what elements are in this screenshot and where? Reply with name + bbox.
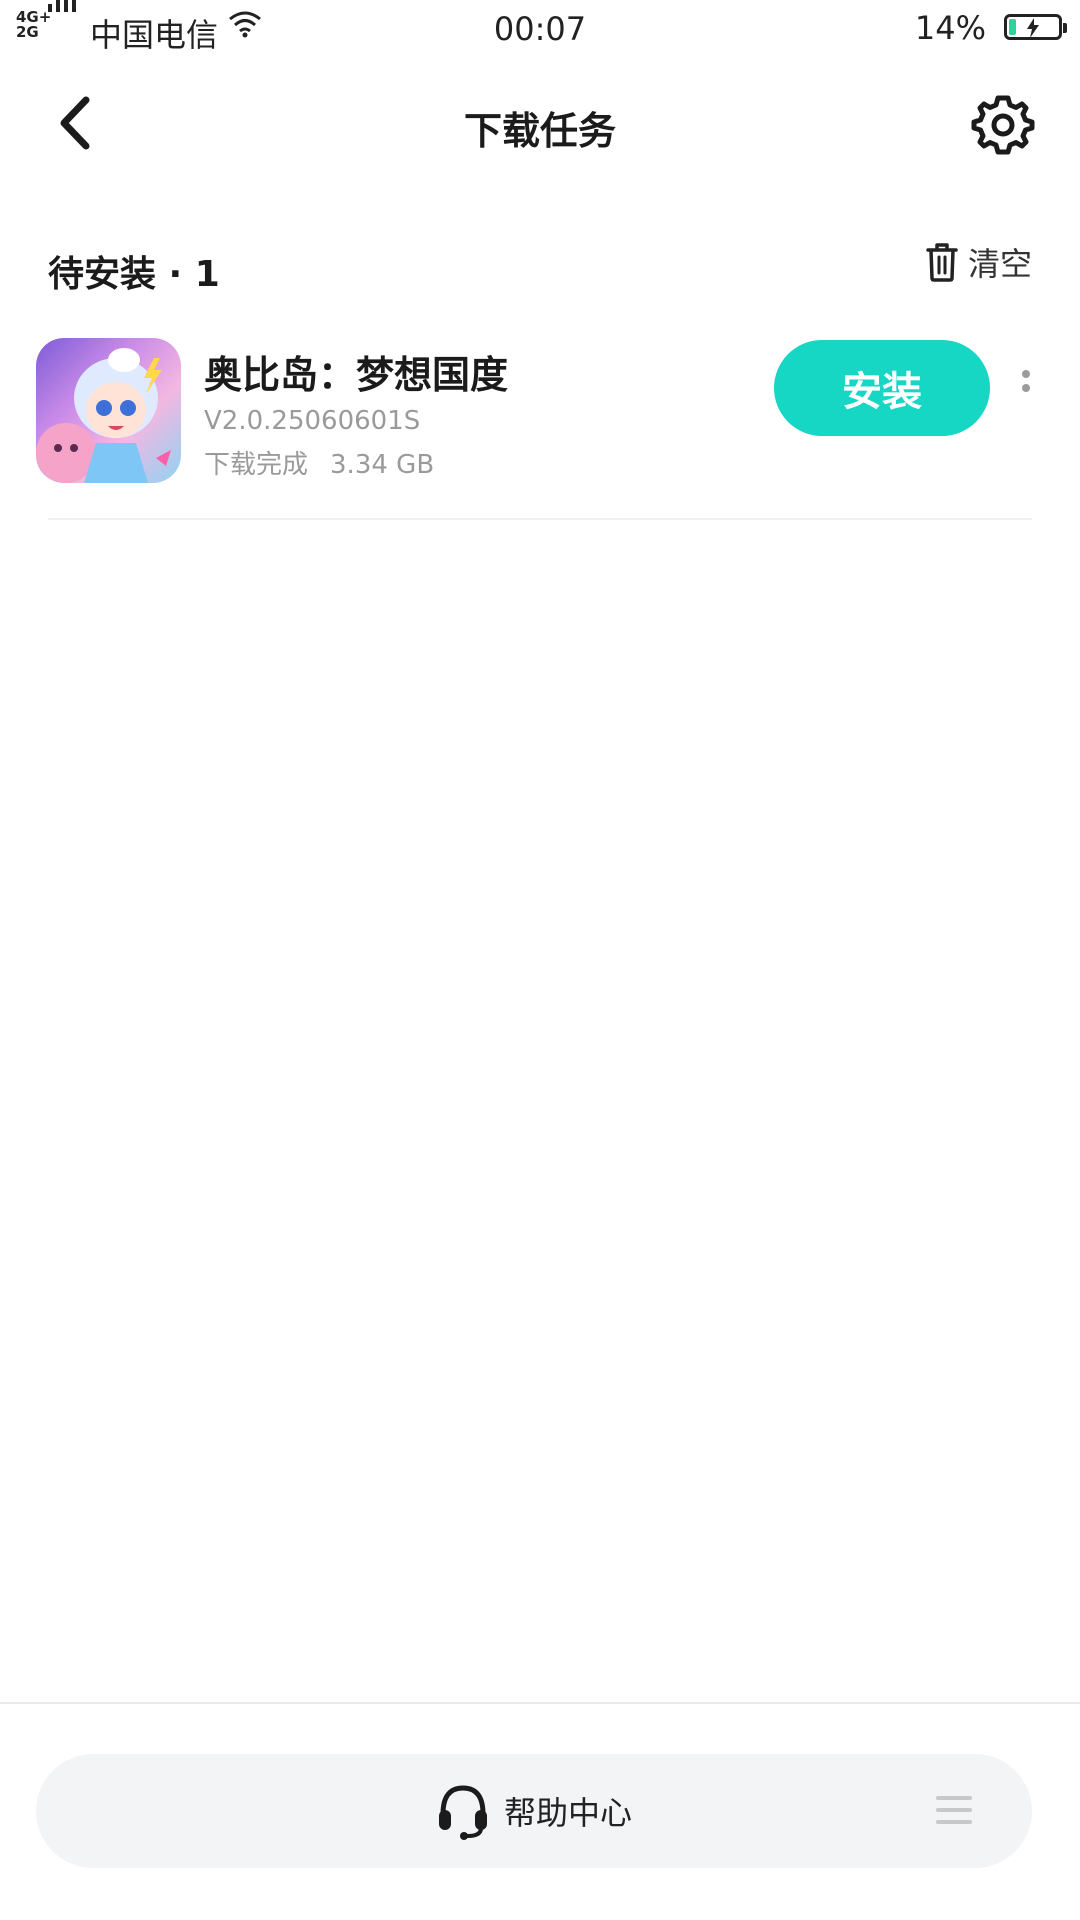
status-bar: 4G+ 2G 中国电信 00:07 14% [0,0,1080,60]
section-title: 待安装 · 1 [48,254,220,295]
file-size: 3.34 GB [330,450,435,480]
header: 下载任务 [0,60,1080,190]
headset-icon [438,1785,487,1840]
app-version: V2.0.25060601S [204,406,421,436]
gear-icon [971,95,1035,155]
more-vertical-icon[interactable] [1014,366,1044,410]
battery-fill [1009,19,1016,35]
battery-percent: 14% [914,9,986,47]
help-center-button[interactable]: 帮助中心 [36,1754,1032,1868]
install-button[interactable]: 安装 [774,340,990,436]
download-status-line: 下载完成 3.34 GB [204,444,434,481]
download-status: 下载完成 [204,450,309,480]
download-task-item[interactable]: 奥比岛：梦想国度 V2.0.25060601S 下载完成 3.34 GB 安装 [36,338,1044,518]
trash-icon [926,243,958,282]
page-title: 下载任务 [463,109,616,153]
settings-button[interactable] [970,92,1036,158]
app-name: 奥比岛：梦想国度 [204,353,509,397]
app-icon [36,338,181,483]
divider [48,518,1032,520]
help-center-label: 帮助中心 [503,1794,632,1832]
battery-icon [1004,14,1067,40]
clear-button[interactable]: 清空 [924,238,1032,286]
divider [0,1702,1080,1704]
clear-label: 清空 [967,245,1032,283]
menu-icon[interactable] [936,1796,972,1826]
charging-bolt-icon [1027,18,1039,38]
